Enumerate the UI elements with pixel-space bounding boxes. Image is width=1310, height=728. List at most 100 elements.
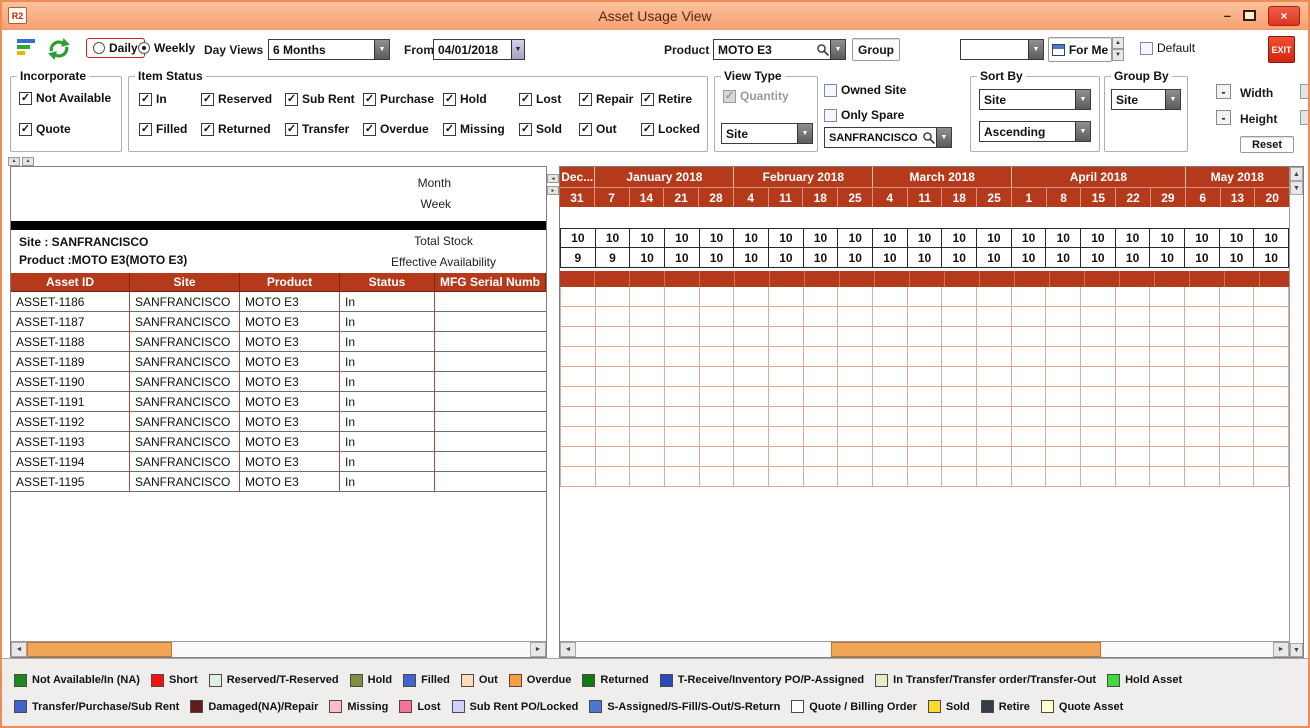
checkbox-locked[interactable]: ✓Locked: [641, 122, 700, 136]
calendar-cell[interactable]: [630, 447, 665, 467]
calendar-cell[interactable]: [630, 407, 665, 427]
calendar-cell[interactable]: [734, 307, 769, 327]
spinner-up-icon[interactable]: ▲: [1112, 37, 1124, 49]
checkbox-missing[interactable]: ✓Missing: [443, 122, 519, 136]
calendar-cell[interactable]: [977, 367, 1012, 387]
week-header[interactable]: 6: [1186, 187, 1221, 207]
calendar-cell[interactable]: [873, 447, 908, 467]
calendar-cell[interactable]: [1185, 447, 1220, 467]
calendar-cell[interactable]: [1185, 427, 1220, 447]
calendar-cell[interactable]: [977, 407, 1012, 427]
sort-by-field-combo[interactable]: Site ▼: [979, 89, 1091, 110]
calendar-cell[interactable]: [1220, 407, 1255, 427]
close-button[interactable]: ×: [1268, 6, 1300, 26]
scrollbar-track[interactable]: [172, 642, 530, 657]
calendar-cell[interactable]: [769, 407, 804, 427]
calendar-cell[interactable]: [734, 447, 769, 467]
calendar-cell[interactable]: [1012, 407, 1047, 427]
calendar-cell[interactable]: [1046, 287, 1081, 307]
collapse-up-icon[interactable]: ▲: [22, 157, 34, 166]
calendar-cell[interactable]: [1185, 347, 1220, 367]
column-header-asset-id[interactable]: Asset ID: [11, 273, 130, 291]
calendar-cell[interactable]: [1185, 287, 1220, 307]
calendar-cell[interactable]: [977, 287, 1012, 307]
calendar-cell[interactable]: [908, 307, 943, 327]
week-header[interactable]: 4: [873, 187, 908, 207]
month-header-may-2018[interactable]: May 2018: [1186, 167, 1289, 187]
calendar-cell[interactable]: [596, 327, 631, 347]
calendar-cell[interactable]: [1220, 327, 1255, 347]
calendar-cell[interactable]: [1185, 327, 1220, 347]
checkbox-returned[interactable]: ✓Returned: [201, 122, 285, 136]
calendar-cell[interactable]: [665, 367, 700, 387]
calendar-cell[interactable]: [700, 367, 735, 387]
scroll-down-icon[interactable]: ▼: [1290, 181, 1303, 195]
chevron-down-icon[interactable]: ▼: [830, 40, 845, 59]
checkbox-transfer[interactable]: ✓Transfer: [285, 122, 363, 136]
calendar-cell[interactable]: [942, 387, 977, 407]
calendar-cell[interactable]: [1046, 327, 1081, 347]
table-row[interactable]: ASSET-1186SANFRANCISCOMOTO E3In: [11, 292, 546, 312]
calendar-cell[interactable]: [804, 347, 839, 367]
week-header[interactable]: 29: [1151, 187, 1186, 207]
calendar-cell[interactable]: [1046, 387, 1081, 407]
scroll-left-icon[interactable]: ◄: [560, 642, 576, 657]
calendar-cell[interactable]: [942, 307, 977, 327]
calendar-cell[interactable]: [1185, 367, 1220, 387]
calendar-cell[interactable]: [700, 447, 735, 467]
week-header[interactable]: 7: [595, 187, 630, 207]
vertical-scrollbar[interactable]: ▲ ▼ ▼: [1289, 167, 1303, 657]
exit-button[interactable]: EXIT: [1268, 36, 1295, 63]
calendar-cell[interactable]: [769, 467, 804, 487]
calendar-cell[interactable]: [804, 307, 839, 327]
calendar-cell[interactable]: [804, 287, 839, 307]
column-header-status[interactable]: Status: [340, 273, 435, 291]
calendar-cell[interactable]: [1150, 347, 1185, 367]
calendar-cell[interactable]: [596, 407, 631, 427]
table-row[interactable]: ASSET-1190SANFRANCISCOMOTO E3In: [11, 372, 546, 392]
calendar-cell[interactable]: [942, 347, 977, 367]
checkbox-repair[interactable]: ✓Repair: [579, 92, 641, 106]
calendar-cell[interactable]: [1046, 427, 1081, 447]
calendar-cell[interactable]: [561, 287, 596, 307]
week-header[interactable]: 4: [734, 187, 769, 207]
view-type-site-combo[interactable]: Site ▼: [721, 123, 813, 144]
calendar-cell[interactable]: [1116, 367, 1151, 387]
group-button[interactable]: Group: [852, 38, 900, 61]
week-header[interactable]: 31: [560, 187, 595, 207]
calendar-cell[interactable]: [908, 427, 943, 447]
calendar-cell[interactable]: [1012, 427, 1047, 447]
checkbox-not-available[interactable]: ✓Not Available: [19, 91, 111, 105]
spinner-down-icon[interactable]: ▼: [1112, 49, 1124, 61]
checkbox-lost[interactable]: ✓Lost: [519, 92, 579, 106]
collapse-right-icon[interactable]: ►: [547, 186, 559, 195]
for-me-button[interactable]: For Me: [1048, 37, 1112, 62]
calendar-cell[interactable]: [596, 367, 631, 387]
calendar-cell[interactable]: [665, 327, 700, 347]
calendar-cell[interactable]: [942, 367, 977, 387]
collapse-left-icon[interactable]: ◄: [547, 174, 559, 183]
calendar-cell[interactable]: [1116, 447, 1151, 467]
calendar-cell[interactable]: [1081, 347, 1116, 367]
calendar-cell[interactable]: [596, 387, 631, 407]
daily-radio[interactable]: Daily: [86, 38, 145, 58]
calendar-cell[interactable]: [1116, 387, 1151, 407]
calendar-cell[interactable]: [1220, 387, 1255, 407]
calendar-cell[interactable]: [838, 327, 873, 347]
calendar-cell[interactable]: [838, 407, 873, 427]
calendar-cell[interactable]: [838, 427, 873, 447]
calendar-cell[interactable]: [1254, 427, 1289, 447]
calendar-cell[interactable]: [1081, 367, 1116, 387]
month-header-dec[interactable]: Dec...: [560, 167, 595, 187]
calendar-cell[interactable]: [630, 367, 665, 387]
calendar-cell[interactable]: [769, 447, 804, 467]
calendar-cell[interactable]: [596, 287, 631, 307]
calendar-cell[interactable]: [1116, 307, 1151, 327]
chevron-down-icon[interactable]: ▼: [511, 40, 524, 59]
calendar-cell[interactable]: [1046, 307, 1081, 327]
calendar-cell[interactable]: [1116, 427, 1151, 447]
calendar-cell[interactable]: [908, 407, 943, 427]
table-row[interactable]: ASSET-1195SANFRANCISCOMOTO E3In: [11, 472, 546, 492]
calendar-cell[interactable]: [1046, 447, 1081, 467]
calendar-cell[interactable]: [734, 467, 769, 487]
